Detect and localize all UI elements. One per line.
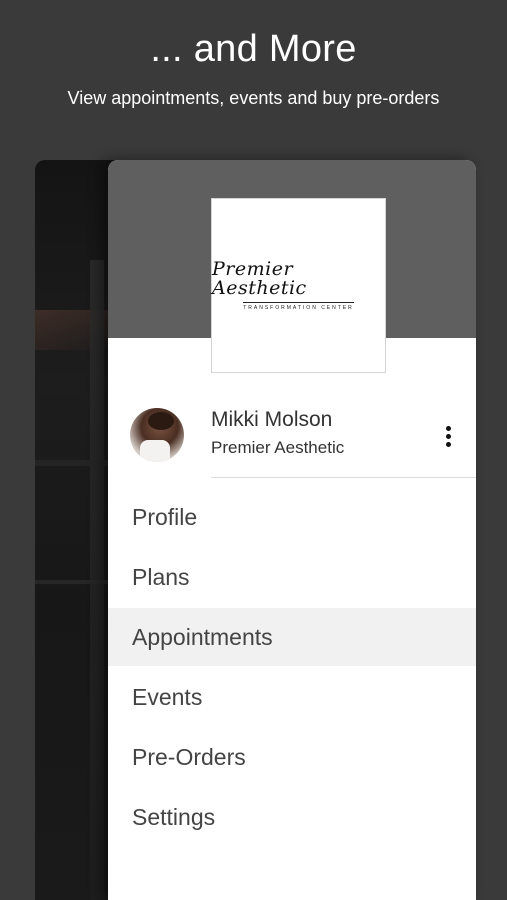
promo-subheadline: View appointments, events and buy pre-or… [67,88,440,108]
user-name: Mikki Molson [211,408,333,431]
user-organization: Premier Aesthetic [211,438,345,457]
more-options-icon[interactable] [434,422,462,450]
divider [211,477,476,478]
logo-subtitle: TRANSFORMATION CENTER [243,302,354,311]
user-account-row[interactable]: Mikki Molson Premier Aesthetic [108,400,476,478]
avatar-detail [140,440,170,462]
menu-item-settings[interactable]: Settings [108,788,476,846]
brand-logo: Premier Aesthetic TRANSFORMATION CENTER [211,198,386,373]
menu-item-plans[interactable]: Plans [108,548,476,606]
menu-item-appointments[interactable]: Appointments [108,608,476,666]
background-app-screen [35,160,115,900]
background-photo-detail [35,580,115,584]
avatar-detail [148,412,174,430]
menu-item-events[interactable]: Events [108,668,476,726]
drawer-menu: Profile Plans Appointments Events Pre-Or… [108,488,476,848]
avatar [130,408,184,462]
promo-headline: ... and More [150,28,357,70]
logo-script-text: Premier Aesthetic [212,258,307,299]
menu-item-pre-orders[interactable]: Pre-Orders [108,728,476,786]
navigation-drawer: Premier Aesthetic TRANSFORMATION CENTER … [108,160,476,900]
menu-item-profile[interactable]: Profile [108,488,476,546]
background-photo-detail [35,460,115,466]
